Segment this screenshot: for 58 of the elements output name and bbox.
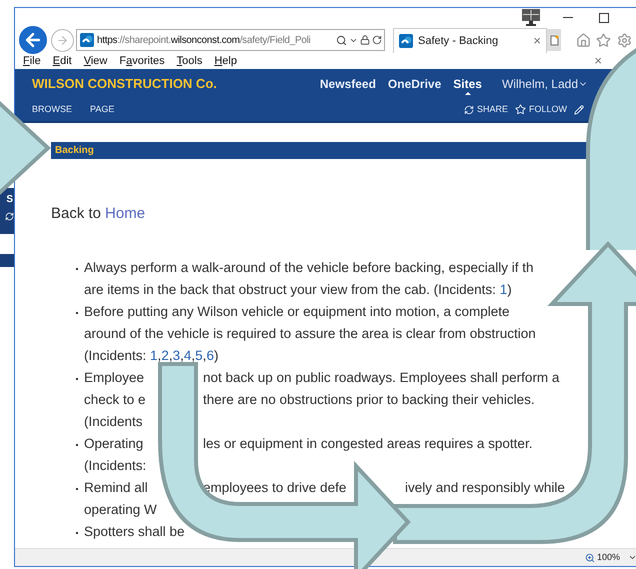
page-heading: Backing (55, 144, 94, 158)
bullet-text: , (202, 347, 206, 366)
bullet-text: Spotters shall be (84, 523, 185, 542)
panel-letter: S (6, 193, 14, 207)
share-button[interactable]: SHARE (464, 102, 508, 116)
follow-button[interactable]: FOLLOW (514, 102, 567, 116)
site-title: WILSON CONSTRUCTION Co. (32, 74, 217, 93)
incident-link[interactable]: 6 (206, 346, 214, 367)
bullet-text: employees to drive defe (203, 479, 346, 498)
menu-item[interactable]: File (23, 52, 41, 70)
bullet-text: (Incidents: (84, 457, 146, 476)
back-to-text: Back to (51, 204, 102, 224)
menu-item[interactable]: View (84, 52, 108, 70)
menu-item[interactable]: Edit (52, 52, 72, 70)
zoom-level[interactable]: 100% (596, 550, 620, 564)
bullet-text: les or equipment in congested areas requires a spotter. (203, 435, 532, 454)
incident-link[interactable]: 4 (184, 346, 192, 367)
incident-link[interactable]: 2 (161, 346, 169, 367)
home-link[interactable]: Home (105, 203, 146, 226)
address-field[interactable]: https://sharepoint.wilsonconst.com/safety/Field_Poli (76, 29, 385, 51)
incident-link[interactable]: 1 (150, 346, 158, 367)
bullet-text: around of the vehicle is required to assure the area is clear from obstruction (84, 325, 536, 344)
browser-tab[interactable]: Safety - Backing × (393, 28, 547, 53)
menu-close[interactable]: × (594, 51, 602, 71)
nav-link[interactable]: Sites (453, 74, 482, 92)
bullet-text: ) (214, 347, 218, 366)
bullet-text: , (191, 347, 196, 366)
menu-item[interactable]: Tools (176, 52, 202, 70)
bullet-text: , (158, 347, 162, 366)
bullet-text: , (168, 347, 173, 366)
ribbon-tab[interactable]: PAGE (90, 102, 114, 116)
bullet-text: not back up on public roadways. Employees shall perform a (203, 369, 560, 388)
bullet-text: Always perform a walk-around of the vehicle before backing, especially if th (84, 259, 534, 278)
nav-link[interactable]: OneDrive (388, 74, 442, 92)
menu-item[interactable]: Help (214, 52, 237, 70)
tab-title: Safety - Backing (418, 34, 498, 49)
tab-close[interactable]: × (533, 31, 541, 51)
bullet-text: ) (507, 281, 512, 300)
bullet-text: operating W (84, 501, 157, 520)
bullet-text: , (180, 347, 184, 366)
menu-item[interactable]: Favorites (119, 52, 165, 70)
bullet-text: Employee (84, 369, 144, 388)
bullet-text: are items in the back that obstruct your view from the cab. (Incidents: (84, 281, 497, 300)
address-url: https://sharepoint.wilsonconst.com/safety/Field_Poli (97, 34, 310, 48)
incident-link[interactable]: 5 (195, 346, 203, 367)
incident-link[interactable]: 1 (500, 280, 508, 301)
bullet-text: ively and responsibly while (405, 479, 565, 498)
bullet-text: check to e (84, 391, 146, 410)
bullet-text: (Incidents (84, 413, 143, 432)
bullet-text: Before putting any Wilson vehicle or equipment into motion, a complete (84, 303, 510, 322)
bullet-text: Operating (84, 435, 144, 454)
bullet-text: (Incidents: (84, 347, 148, 366)
bullet-text: Remind all (84, 479, 148, 498)
bullet-text: there are no obstructions prior to backing their vehicles. (203, 391, 535, 410)
nav-link[interactable]: Newsfeed (320, 74, 376, 92)
user-menu[interactable]: Wilhelm, Ladd (502, 74, 588, 92)
ribbon-tab[interactable]: BROWSE (32, 102, 72, 116)
incident-link[interactable]: 3 (172, 346, 180, 367)
